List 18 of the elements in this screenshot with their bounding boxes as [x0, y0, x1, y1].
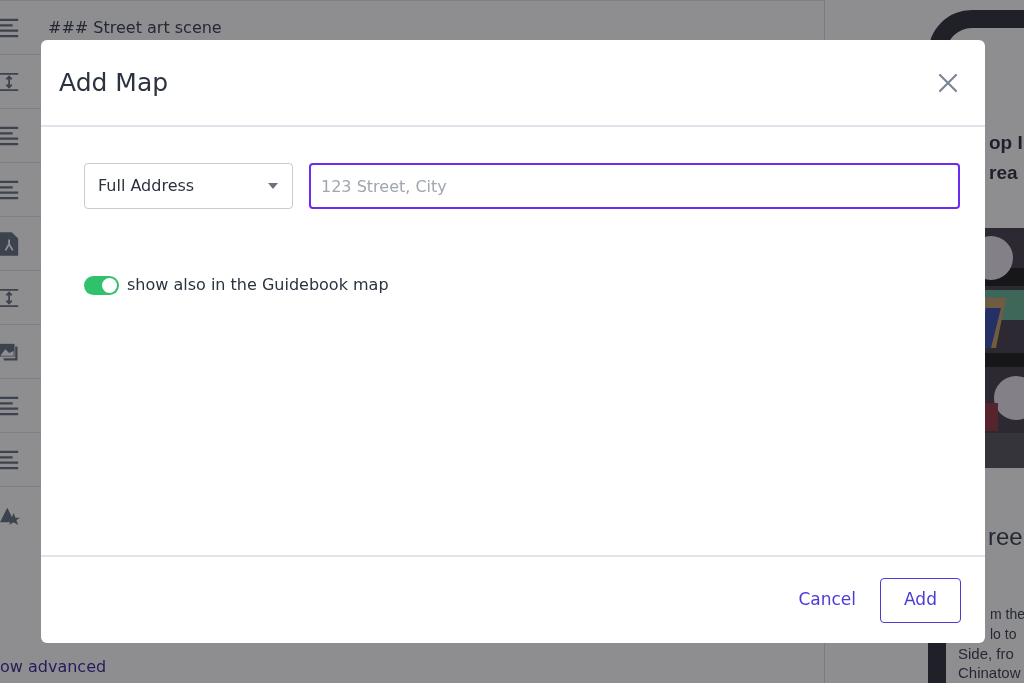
preview-subheading: ree	[988, 523, 1024, 552]
toggle-switch[interactable]	[84, 275, 119, 295]
toggle-label: show also in the Guidebook map	[127, 274, 389, 296]
preview-text-line: lo to	[990, 624, 1018, 644]
caret-icon	[268, 183, 278, 189]
advanced-link[interactable]: ow advanced	[0, 655, 824, 683]
dialog-title: Add Map	[59, 67, 169, 98]
pdf-file-icon[interactable]	[0, 230, 20, 257]
preview-text-line: m the	[990, 604, 1024, 624]
preview-text-line: Chinatow	[958, 662, 1022, 682]
address-field[interactable]: 123 Street, City	[309, 163, 960, 209]
preview-text-line: Side, fro	[958, 643, 1015, 663]
block-text: ### Street art scene	[48, 16, 222, 39]
cancel-button[interactable]: Cancel	[798, 587, 856, 613]
preview-heading: op I rea	[989, 131, 1024, 185]
address-type-select[interactable]: Full Address	[84, 163, 293, 209]
close-icon	[937, 71, 959, 94]
add-button[interactable]: Add	[880, 577, 961, 623]
